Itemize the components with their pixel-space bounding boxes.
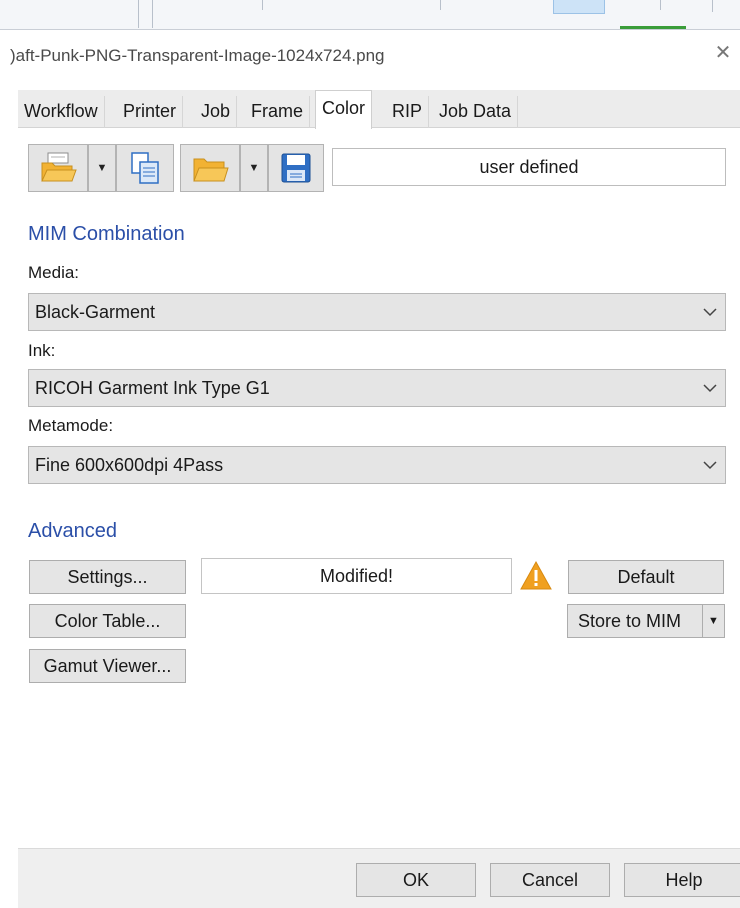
copy-preset-button[interactable] xyxy=(116,144,174,192)
preset-name-field[interactable]: user defined xyxy=(332,148,726,186)
tab-color[interactable]: Color xyxy=(315,90,373,129)
grid-line xyxy=(262,0,263,10)
tab-job[interactable]: Job xyxy=(195,96,238,128)
dropdown-arrow-icon: ▼ xyxy=(248,162,260,174)
selected-cell xyxy=(553,0,605,14)
tab-job-data[interactable]: Job Data xyxy=(433,96,519,128)
media-select[interactable]: Black-Garment xyxy=(28,293,726,331)
ok-button[interactable]: OK xyxy=(356,863,476,897)
chevron-down-icon xyxy=(701,294,719,330)
background-window-strip xyxy=(0,0,740,30)
chevron-down-icon xyxy=(701,370,719,406)
ink-label: Ink: xyxy=(28,341,56,360)
store-to-mim-button[interactable]: Store to MIM ▼ xyxy=(567,604,725,638)
modified-status-field: Modified! xyxy=(201,558,512,594)
copy-documents-icon xyxy=(131,152,159,184)
settings-button[interactable]: Settings... xyxy=(29,560,186,594)
dialog-title: )aft-Punk-PNG-Transparent-Image-1024x724… xyxy=(10,46,385,65)
tab-frame[interactable]: Frame xyxy=(245,96,311,128)
progress-accent xyxy=(620,26,686,29)
ink-value: RICOH Garment Ink Type G1 xyxy=(35,378,270,398)
dropdown-arrow-icon: ▼ xyxy=(96,162,108,174)
ink-select[interactable]: RICOH Garment Ink Type G1 xyxy=(28,369,726,407)
open-preset-button[interactable] xyxy=(28,144,88,192)
mim-combination-heading: MIM Combination xyxy=(28,223,185,245)
open-folder-icon xyxy=(193,158,229,182)
metamode-label: Metamode: xyxy=(28,416,114,435)
metamode-value: Fine 600x600dpi 4Pass xyxy=(35,455,224,475)
media-label: Media: xyxy=(28,263,80,282)
dialog-footer: OK Cancel Help xyxy=(18,848,740,908)
open-folder-icon xyxy=(41,152,77,182)
save-preset-button[interactable] xyxy=(268,144,324,192)
tab-strip: Workflow Printer Job Frame Color RIP Job… xyxy=(18,90,740,129)
dropdown-arrow-icon[interactable]: ▼ xyxy=(702,605,724,637)
grid-line xyxy=(152,0,153,28)
gamut-viewer-button[interactable]: Gamut Viewer... xyxy=(29,649,186,683)
media-value: Black-Garment xyxy=(35,302,156,322)
chevron-down-icon xyxy=(701,447,719,483)
tab-workflow[interactable]: Workflow xyxy=(18,96,105,128)
color-table-button[interactable]: Color Table... xyxy=(29,604,186,638)
cancel-button[interactable]: Cancel xyxy=(490,863,610,897)
tab-printer[interactable]: Printer xyxy=(117,96,184,128)
grid-line xyxy=(712,0,713,12)
close-icon[interactable]: ✕ xyxy=(710,40,736,66)
grid-line xyxy=(660,0,661,10)
grid-line xyxy=(138,0,139,28)
grid-line xyxy=(440,0,441,10)
save-disk-icon xyxy=(281,153,311,183)
advanced-heading: Advanced xyxy=(28,520,117,542)
load-preset-button[interactable] xyxy=(180,144,240,192)
help-button[interactable]: Help xyxy=(624,863,740,897)
default-button[interactable]: Default xyxy=(568,560,724,594)
load-preset-dropdown-button[interactable]: ▼ xyxy=(240,144,268,192)
tab-rip[interactable]: RIP xyxy=(386,96,430,128)
dialog-title-bar: )aft-Punk-PNG-Transparent-Image-1024x724… xyxy=(0,36,740,74)
metamode-select[interactable]: Fine 600x600dpi 4Pass xyxy=(28,446,726,484)
open-preset-dropdown-button[interactable]: ▼ xyxy=(88,144,116,192)
warning-icon xyxy=(520,560,552,590)
store-to-mim-label: Store to MIM xyxy=(578,611,682,631)
